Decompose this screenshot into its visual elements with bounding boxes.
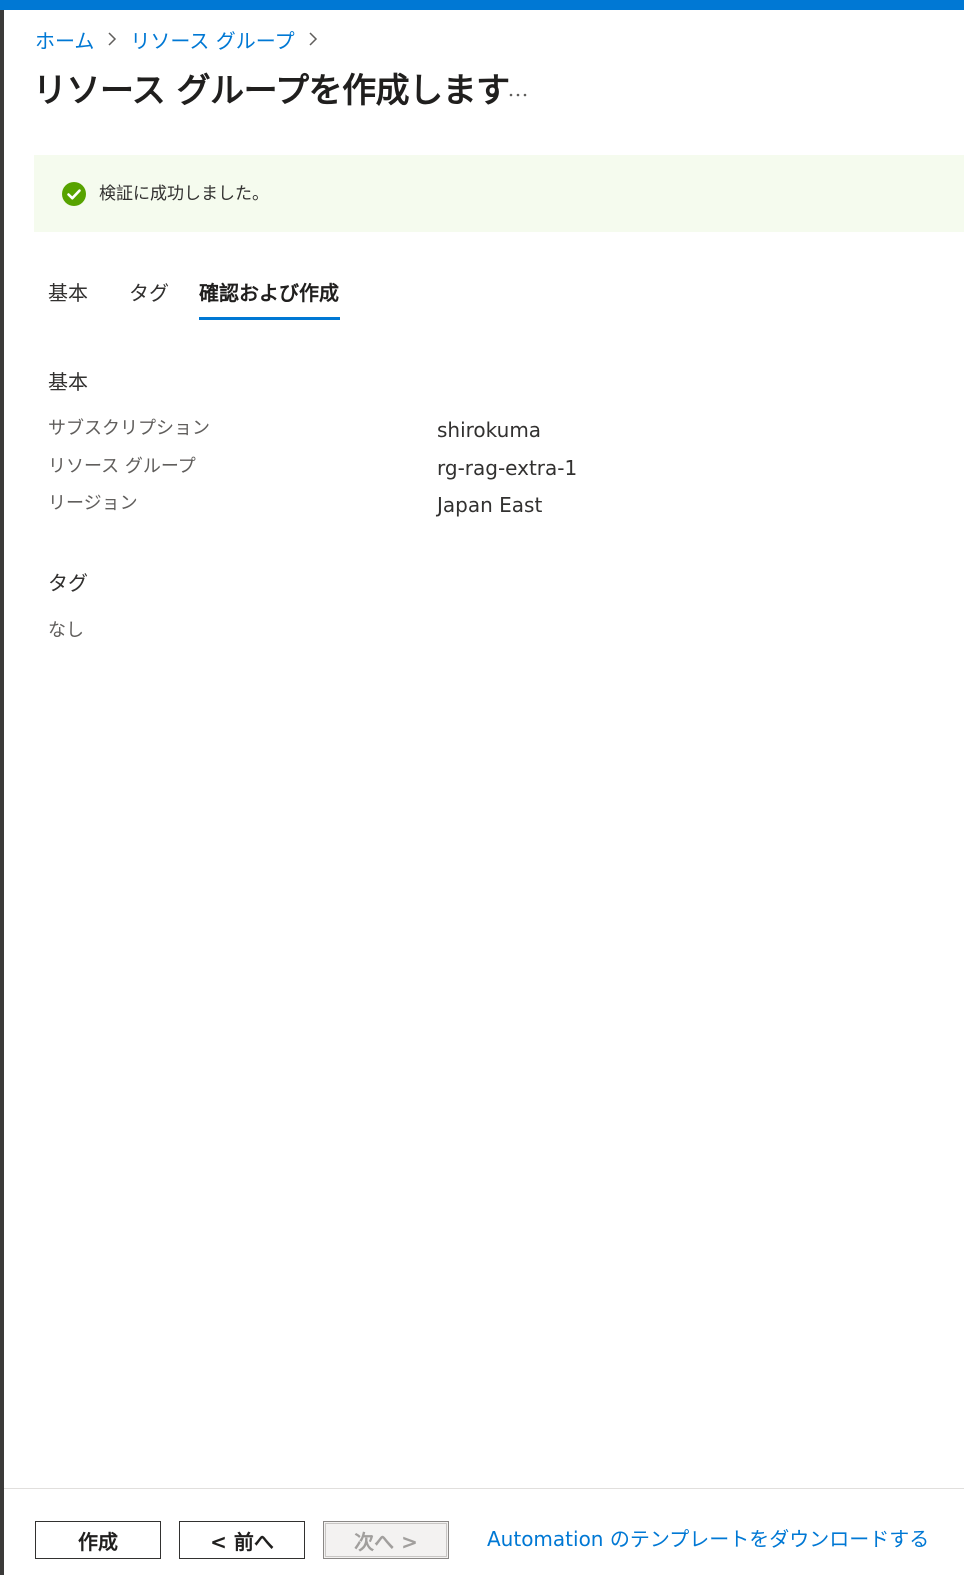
top-accent-bar (0, 0, 964, 10)
footer-divider (4, 1488, 964, 1489)
more-options-button[interactable] (502, 76, 534, 108)
tab-tags[interactable]: タグ (129, 276, 169, 310)
summary-label-subscription: サブスクリプション (48, 418, 210, 439)
summary-label-resource-group: リソース グループ (48, 456, 196, 477)
breadcrumb-home-link[interactable]: ホーム (35, 25, 94, 54)
active-tab-indicator (199, 317, 340, 320)
more-horizontal-icon (508, 83, 528, 102)
validation-banner: 検証に成功しました。 (34, 155, 964, 232)
chevron-right-icon (308, 24, 318, 54)
section-title-tags: タグ (48, 571, 88, 595)
page-title: リソース グループを作成します (33, 71, 510, 111)
summary-value-subscription: shirokuma (437, 418, 542, 442)
summary-value-resource-group: rg-rag-extra-1 (437, 456, 578, 480)
download-automation-template-link[interactable]: Automation のテンプレートをダウンロードする (487, 1523, 929, 1555)
validation-message: 検証に成功しました。 (99, 184, 269, 204)
summary-label-region: リージョン (48, 493, 138, 514)
create-button[interactable]: 作成 (35, 1521, 161, 1559)
tab-review-create[interactable]: 確認および作成 (199, 276, 339, 310)
tab-basics[interactable]: 基本 (48, 276, 88, 310)
section-title-basics: 基本 (48, 370, 88, 394)
chevron-right-icon (107, 24, 117, 54)
previous-button[interactable]: < 前へ (179, 1521, 305, 1559)
breadcrumb: ホーム リソース グループ (35, 24, 331, 54)
next-button[interactable]: 次へ > (323, 1521, 449, 1559)
window-left-edge (0, 0, 4, 1575)
success-check-icon (62, 182, 86, 206)
breadcrumb-resource-groups-link[interactable]: リソース グループ (130, 25, 294, 54)
summary-value-region: Japan East (437, 493, 543, 517)
tags-value: なし (48, 620, 84, 641)
